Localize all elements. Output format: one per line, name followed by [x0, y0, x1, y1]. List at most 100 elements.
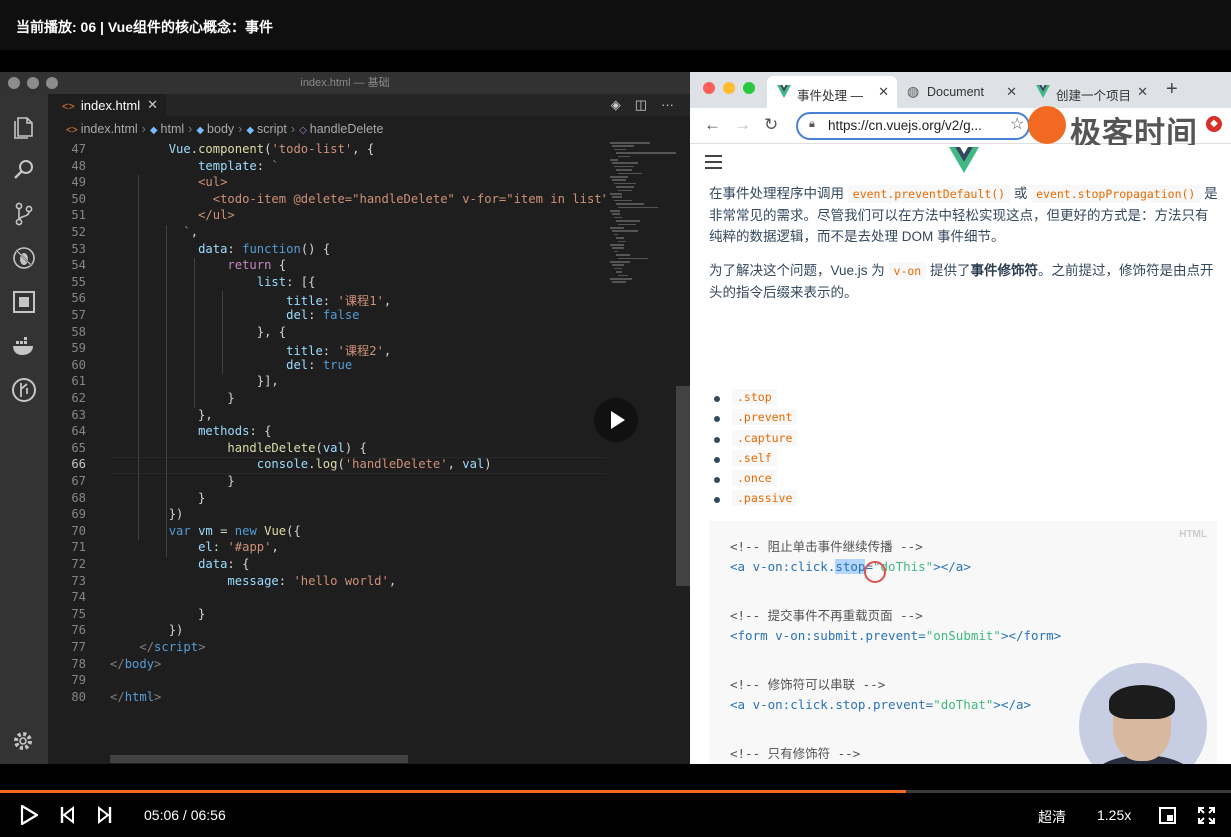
back-arrow-icon[interactable]: ←: [704, 115, 721, 135]
code-line[interactable]: 52 `,: [48, 225, 606, 242]
vertical-scrollbar[interactable]: [676, 386, 690, 586]
code-line[interactable]: 53 data: function() {: [48, 242, 606, 259]
code-line[interactable]: 61 }],: [48, 374, 606, 391]
code-line[interactable]: 75 }: [48, 607, 606, 624]
code-line[interactable]: 58 }, {: [48, 325, 606, 342]
browser-tab-2[interactable]: ◍ Document ✕: [897, 76, 1025, 108]
browser-tab-label: 事件处理 —: [797, 89, 863, 103]
window-minimize-dot[interactable]: [723, 82, 735, 94]
address-bar[interactable]: 🔒︎ https://cn.vuejs.org/v2/g...: [796, 112, 1030, 140]
code-line[interactable]: 79: [48, 673, 606, 690]
play-overlay-button[interactable]: [594, 398, 638, 442]
window-minimize-dot: [27, 77, 39, 89]
browser-tab-3[interactable]: 创建一个项目 ✕: [1026, 76, 1156, 108]
code-line[interactable]: 55 list: [{: [48, 275, 606, 292]
minimap-line: [614, 216, 622, 219]
code-line[interactable]: 51 </ul>: [48, 208, 606, 225]
code-line[interactable]: 80 </html>: [48, 690, 606, 707]
code-line: <a v-on:click.stop.prevent="doThat"></a>: [730, 697, 1031, 712]
previous-icon[interactable]: [60, 806, 74, 824]
code-line[interactable]: 72 data: {: [48, 557, 606, 574]
docker-icon[interactable]: [10, 332, 38, 360]
breadcrumb-item[interactable]: index.html: [81, 122, 138, 136]
next-icon[interactable]: [98, 806, 112, 824]
tab-close-icon[interactable]: ✕: [1006, 84, 1017, 100]
source-control-icon[interactable]: [10, 200, 38, 228]
code-line[interactable]: 77 </script>: [48, 640, 606, 657]
code-line[interactable]: 63 },: [48, 408, 606, 425]
picture-in-picture-icon[interactable]: [1159, 807, 1176, 824]
code-line[interactable]: 67 }: [48, 474, 606, 491]
breadcrumb-item[interactable]: handleDelete: [310, 122, 384, 136]
breadcrumb: <> index.html › ◆ html › ◆ body › ◆ script › ◇ handle…: [48, 122, 690, 140]
speed-selector[interactable]: 1.25x: [1097, 807, 1131, 823]
extension-icon[interactable]: ◆: [1206, 116, 1222, 132]
browser-tab-1[interactable]: 事件处理 — ✕: [767, 76, 897, 108]
breadcrumb-item[interactable]: html: [161, 122, 185, 136]
code-line[interactable]: 76 }): [48, 623, 606, 640]
minimap-line: [610, 159, 618, 161]
code-line[interactable]: 73 message: 'hello world',: [48, 574, 606, 591]
more-actions-icon[interactable]: ···: [661, 97, 674, 112]
player-title: 当前播放: 06 | Vue组件的核心概念：事件: [0, 0, 1231, 50]
extensions-icon[interactable]: [10, 288, 38, 316]
open-changes-icon[interactable]: ◈: [611, 97, 621, 112]
debug-icon[interactable]: [10, 244, 38, 272]
search-icon[interactable]: [10, 156, 38, 184]
tab-close-icon[interactable]: ✕: [147, 97, 158, 113]
files-icon[interactable]: [10, 112, 38, 140]
new-tab-plus-icon[interactable]: +: [1166, 78, 1178, 101]
line-number: 56: [71, 291, 86, 306]
current-time: 05:06: [144, 807, 180, 823]
code-line[interactable]: 74: [48, 590, 606, 607]
code-line[interactable]: 49 <ul>: [48, 175, 606, 192]
minimap-line: [612, 145, 634, 147]
tab-index-html[interactable]: <> index.html ✕: [48, 94, 166, 116]
code-line[interactable]: 60 del: true: [48, 358, 606, 375]
code-editor[interactable]: 47 Vue.component('todo-list', {48 templa…: [48, 142, 606, 762]
breadcrumb-item[interactable]: body: [207, 122, 234, 136]
forward-arrow-icon[interactable]: →: [734, 115, 751, 135]
browser-tab-label: 创建一个项目: [1056, 89, 1132, 103]
horizontal-scrollbar[interactable]: [110, 755, 408, 763]
code-line[interactable]: 66 console.log('handleDelete', val): [48, 457, 606, 474]
code-line[interactable]: 56 title: '课程1',: [48, 291, 606, 308]
minimap-line: [614, 233, 618, 236]
code-line[interactable]: 47 Vue.component('todo-list', {: [48, 142, 606, 159]
code-text: title: '课程2',: [286, 344, 392, 359]
bookmark-star-icon[interactable]: ☆: [1010, 114, 1024, 134]
line-number: 53: [71, 241, 86, 256]
breadcrumb-item[interactable]: script: [257, 122, 287, 136]
vue-logo-icon[interactable]: [949, 147, 979, 173]
window-maximize-dot[interactable]: [743, 82, 755, 94]
code-line[interactable]: 50 <todo-item @delete="handleDelete" v-f…: [48, 192, 606, 209]
code-line[interactable]: 57 del: false: [48, 308, 606, 325]
tab-close-icon[interactable]: ✕: [1137, 84, 1148, 100]
menu-hamburger-icon[interactable]: [705, 155, 722, 173]
code-line[interactable]: 62 }: [48, 391, 606, 408]
quality-selector[interactable]: 超清: [1038, 807, 1066, 827]
minimap[interactable]: [606, 142, 676, 292]
code-line[interactable]: 70 var vm = new Vue({: [48, 524, 606, 541]
code-line[interactable]: 78 </body>: [48, 657, 606, 674]
reload-icon[interactable]: ↻: [764, 115, 778, 135]
inline-code: v-on: [888, 262, 927, 280]
video-frame[interactable]: index.html — 基础 <> index.html ✕ ◈ ◫ ··· …: [0, 72, 1231, 764]
code-line[interactable]: 69 }): [48, 507, 606, 524]
settings-gear-icon[interactable]: [10, 728, 38, 756]
minimap-line: [610, 278, 632, 280]
window-close-dot[interactable]: [703, 82, 715, 94]
gitlens-icon[interactable]: [10, 376, 38, 404]
split-editor-icon[interactable]: ◫: [635, 97, 647, 112]
tab-close-icon[interactable]: ✕: [878, 84, 889, 100]
play-icon[interactable]: [20, 805, 38, 825]
code-line[interactable]: 54 return {: [48, 258, 606, 275]
fullscreen-icon[interactable]: [1198, 807, 1215, 824]
code-line[interactable]: 71 el: '#app',: [48, 540, 606, 557]
minimap-line: [616, 271, 622, 273]
code-line[interactable]: 64 methods: {: [48, 424, 606, 441]
code-line[interactable]: 48 template: `: [48, 159, 606, 176]
code-line[interactable]: 68 }: [48, 491, 606, 508]
code-line[interactable]: 65 handleDelete(val) {: [48, 441, 606, 458]
code-line[interactable]: 59 title: '课程2',: [48, 341, 606, 358]
